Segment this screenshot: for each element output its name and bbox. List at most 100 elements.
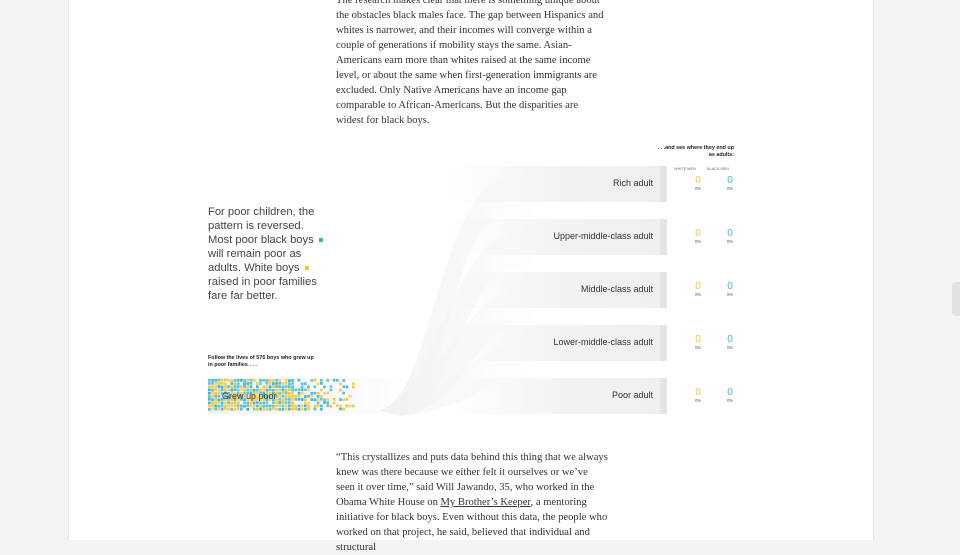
black-boy-dot (294, 397, 298, 401)
black-boy-dot (268, 385, 272, 389)
black-boy-dot (288, 398, 291, 401)
black-boy-dot (326, 378, 330, 382)
white-boy-dot (211, 404, 214, 408)
white-boy-dot (288, 388, 291, 392)
white-boy-dot (224, 404, 227, 408)
white-boy-dot (214, 385, 218, 389)
white-boy-dot (265, 407, 269, 411)
white-boy-dot (214, 381, 218, 385)
black-boy-dot (227, 401, 230, 404)
black-boy-dot (214, 378, 218, 382)
my-brothers-keeper-link[interactable]: My Brother’s Keeper (441, 497, 531, 508)
follow-lives-label: Follow the lives of 576 boys who grew up… (208, 355, 314, 368)
white-boy-dot (307, 404, 310, 408)
white-boy-dot (326, 391, 330, 395)
white-boy-dot (230, 379, 234, 382)
outcome-label: Upper-middle-class adult (553, 231, 653, 241)
white-boy-dot (217, 401, 221, 404)
white-boy-dot (272, 385, 275, 388)
article-paragraph-bottom: “This crystallizes and puts data behind … (336, 452, 608, 553)
black-boy-dot (256, 401, 259, 404)
white-boy-dot (291, 407, 294, 411)
black-boy-dot (320, 407, 323, 411)
outcome-row-lower-middle: Lower-middle-class adult (450, 325, 667, 361)
black-boy-dot (211, 388, 214, 392)
black-boy-dot (249, 381, 253, 385)
black-boy-dot (313, 391, 317, 395)
black-boy-dot (220, 404, 224, 408)
black-boy-dot (294, 388, 298, 392)
white-boy-dot (284, 388, 288, 392)
white-boy-dot (272, 407, 275, 411)
black-boy-dot (217, 404, 221, 408)
black-boy-dot (208, 401, 211, 405)
white-boy-dot (211, 391, 214, 395)
white-boy-dot (332, 398, 336, 401)
white-boy-dot (217, 388, 221, 392)
black-boy-dot (236, 378, 240, 382)
white-boy-dot (310, 394, 314, 398)
black-boy-dot (336, 378, 339, 382)
black-boy-dot (291, 382, 294, 385)
white-boy-dot (272, 379, 275, 382)
white-boy-dot (227, 404, 230, 408)
black-boy-dot (326, 404, 330, 408)
black-boy-dot (278, 407, 282, 411)
black-boy-dot (265, 404, 269, 408)
black-boy-dot (211, 381, 214, 385)
black-boy-dot (323, 385, 326, 389)
black-boy-dot (246, 404, 250, 408)
black-boy-dot (272, 382, 275, 385)
black-boy-dot (256, 385, 259, 388)
outcome-label: Poor adult (611, 390, 653, 400)
black-boy-dot (252, 407, 256, 411)
then-see-label: . . .and see where they end up as adults… (657, 145, 734, 158)
black-boy-dot (217, 378, 221, 382)
black-boy-dot (304, 407, 307, 411)
black-boy-dot (278, 401, 282, 404)
article-paragraph-top: The research makes clear that there is s… (336, 0, 608, 128)
black-boy-dot (281, 404, 285, 408)
black-boy-dot (236, 404, 240, 408)
black-boy-dot (300, 385, 304, 389)
white-boy-dot (211, 395, 214, 398)
white-boy-dot (284, 407, 288, 411)
white-boy-dot (268, 379, 272, 382)
black-boy-dot (297, 407, 301, 411)
white-boy-dot (291, 391, 294, 395)
black-boy-dot (297, 378, 301, 382)
black-boy-dot (297, 397, 301, 401)
white-boy-dot (281, 398, 285, 402)
white-boy-dot (224, 378, 227, 382)
white-boy-dot (300, 407, 304, 411)
white-boy-dot (275, 407, 278, 411)
black-boy-dot (288, 382, 291, 386)
black-boy-dot (320, 404, 323, 408)
white-boy-dot (217, 391, 221, 395)
black-boy-dot (278, 381, 282, 385)
black-boy-dot (208, 382, 211, 385)
paragraph-text: The research makes clear that there is s… (336, 0, 604, 126)
black-men-stat-rich: 0 0% (726, 175, 734, 191)
black-boy-dot (243, 379, 246, 382)
white-men-column-header: WHITE MEN (674, 167, 696, 171)
black-boy-dot (240, 378, 243, 382)
black-boy-dot (320, 378, 323, 382)
black-boy-dot (220, 407, 224, 411)
white-boy-dot (284, 381, 288, 385)
white-boy-dot (240, 385, 243, 388)
white-boy-dot (278, 395, 282, 398)
white-men-stat-middle: 0 0% (694, 281, 702, 297)
side-scroll-tab[interactable] (952, 282, 960, 316)
black-boy-dot (304, 404, 307, 408)
white-men-stat-rich: 0 0% (694, 175, 702, 191)
white-boy-dot (300, 391, 304, 395)
white-boy-dot (291, 404, 294, 408)
white-boy-dot (227, 407, 230, 411)
white-boy-dot (252, 404, 256, 408)
black-boy-dot (230, 382, 234, 385)
black-boy-dot (265, 401, 269, 404)
black-men-stat-middle: 0 0% (726, 281, 734, 297)
black-men-column-header: BLACK MEN (707, 167, 729, 171)
black-boy-dot (281, 388, 285, 392)
